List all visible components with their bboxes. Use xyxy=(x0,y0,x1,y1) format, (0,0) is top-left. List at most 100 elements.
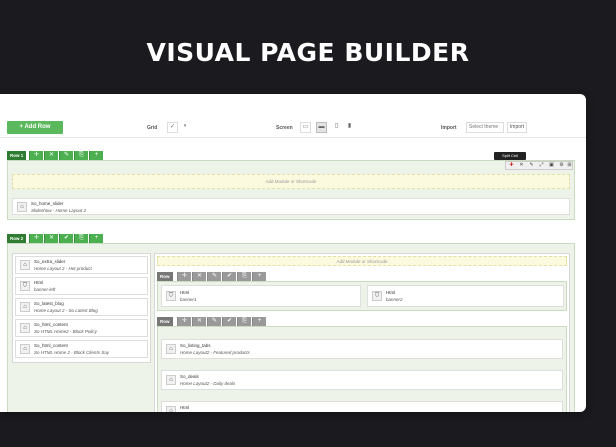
check-icon[interactable]: ✔ xyxy=(222,317,236,326)
hero-title: VISUAL PAGE BUILDER xyxy=(146,38,470,67)
add-column-icon[interactable]: + xyxy=(252,272,266,281)
row-container: ⌂ So_extra_slider Home Layout 2 - Hot pr… xyxy=(7,243,575,412)
edit-row-icon[interactable]: ✎ xyxy=(59,151,73,160)
module-icon: ⌂ xyxy=(17,202,27,212)
screen-label: Screen xyxy=(276,125,293,131)
copy-row-icon[interactable]: ⎘ xyxy=(237,272,251,281)
import-button[interactable]: Import xyxy=(507,122,527,133)
left-column: ⌂ So_extra_slider Home Layout 2 - Hot pr… xyxy=(12,253,151,363)
module-name: So_html_content xyxy=(34,343,68,348)
copy-row-icon[interactable]: ⎘ xyxy=(237,317,251,326)
module-name: So_deals xyxy=(180,374,199,379)
add-column-icon[interactable]: + xyxy=(89,234,103,243)
column-toolbar: ✚ ✕ ✎ ⤢ ▣ ⚙ ⊞ xyxy=(505,161,573,170)
split-cell-tooltip: Split Cell xyxy=(494,152,526,160)
module-icon: ⌂ xyxy=(166,375,176,385)
check-icon[interactable]: ✔ xyxy=(222,272,236,281)
edit-row-icon[interactable]: ✎ xyxy=(207,272,221,281)
module-card[interactable]: ⌂ So_deals Home Layout2 - Daily deals xyxy=(161,370,563,390)
module-desc: Slideshow - Home Layout 2 xyxy=(31,208,87,213)
move-row-icon[interactable]: ✛ xyxy=(177,317,191,326)
module-name: So_listing_tabs xyxy=(180,343,211,348)
import-label: Import xyxy=(441,125,457,131)
inner-row-label[interactable]: Row xyxy=(157,272,173,281)
row-label[interactable]: Row 1 xyxy=(7,151,27,160)
html-icon: ⛉ xyxy=(20,281,30,291)
delete-row-icon[interactable]: ✕ xyxy=(192,272,206,281)
module-name: So_latest_blog xyxy=(34,301,64,306)
laptop-screen-icon[interactable]: ▬ xyxy=(316,122,327,133)
delete-row-icon[interactable]: ✕ xyxy=(192,317,206,326)
remove-cell-icon[interactable]: ✕ xyxy=(517,162,526,169)
delete-row-icon[interactable]: ✕ xyxy=(44,234,58,243)
module-icon: ⌂ xyxy=(20,344,30,354)
desktop-screen-icon[interactable]: ▭ xyxy=(300,122,311,133)
add-cell-icon[interactable]: ⊞ xyxy=(565,162,574,169)
module-card[interactable]: ⛉ Html banner2 xyxy=(367,285,564,307)
module-name: Html xyxy=(180,405,190,410)
module-icon: ⌂ xyxy=(166,406,176,412)
add-module-area[interactable]: Add Module or Shortcode xyxy=(12,174,570,189)
add-column-icon[interactable]: + xyxy=(252,317,266,326)
module-desc: Home Layout 2 - So Latest Blog xyxy=(34,308,98,313)
module-desc: Home Layout 2 - Hot product xyxy=(34,266,92,271)
html-icon: ⛉ xyxy=(166,291,176,301)
row-label[interactable]: Row 2 xyxy=(7,234,27,243)
move-row-icon[interactable]: ✛ xyxy=(177,272,191,281)
module-card[interactable]: ⛉ Html banner1 xyxy=(161,285,361,307)
right-column: Add Module or Shortcode Row ✛ ✕ ✎ ✔ ⎘ + … xyxy=(154,253,570,412)
module-icon: ⌂ xyxy=(20,260,30,270)
module-card[interactable]: ⌂ So_html_content So HTML Home 2 - Block… xyxy=(15,340,148,358)
move-row-icon[interactable]: ✛ xyxy=(29,151,43,160)
tablet-screen-icon[interactable]: ▯ xyxy=(331,122,342,133)
copy-row-icon[interactable]: ⎘ xyxy=(74,234,88,243)
split-cell-icon[interactable]: ✚ xyxy=(507,162,516,169)
module-card[interactable]: ⌂ So_home_slider Slideshow - Home Layout… xyxy=(12,198,570,215)
html-icon: ⛉ xyxy=(372,291,382,301)
grid-toggle-icon[interactable]: ✓ xyxy=(167,122,178,133)
module-icon: ⌂ xyxy=(20,323,30,333)
inner-row-label[interactable]: Row xyxy=(157,317,173,326)
module-icon: ⌂ xyxy=(166,344,176,354)
add-column-icon[interactable]: + xyxy=(89,151,103,160)
mobile-screen-icon[interactable]: ▮ xyxy=(344,122,355,133)
select-theme-dropdown[interactable]: Select theme xyxy=(466,122,504,133)
move-row-icon[interactable]: ✛ xyxy=(29,234,43,243)
add-row-button[interactable]: + Add Row xyxy=(7,121,63,134)
edit-row-icon[interactable]: ✔ xyxy=(59,234,73,243)
module-card[interactable]: ⌂ So_html_content So HTML Home2 - Block … xyxy=(15,319,148,337)
module-name: Html xyxy=(386,290,396,295)
add-module-area[interactable]: Add Module or Shortcode xyxy=(157,256,567,266)
module-desc: So HTML Home 2 - Block Clients Say xyxy=(34,350,109,355)
resize-cell-icon[interactable]: ⤢ xyxy=(537,162,546,169)
inner-row-container: ⌂ So_listing_tabs Home Layout2 - Feature… xyxy=(157,326,567,412)
module-name: So_extra_slider xyxy=(34,259,66,264)
edit-row-icon[interactable]: ✎ xyxy=(207,317,221,326)
module-card[interactable]: ⌂ So_listing_tabs Home Layout2 - Feature… xyxy=(161,339,563,359)
builder-toolbar: + Add Row Grid ✓ ◐ Screen ▭ ▬ ▯ ▮ Import… xyxy=(0,118,586,138)
inner-row-container: ⛉ Html banner1 ⛉ Html banner2 xyxy=(157,281,567,311)
module-name: Html xyxy=(34,280,44,285)
module-card[interactable]: ⌂ So_latest_blog Home Layout 2 - So Late… xyxy=(15,298,148,316)
delete-row-icon[interactable]: ✕ xyxy=(44,151,58,160)
copy-cell-icon[interactable]: ▣ xyxy=(547,162,556,169)
module-desc: Home Layout2 - Featured products xyxy=(180,350,250,355)
copy-row-icon[interactable]: ⎘ xyxy=(74,151,88,160)
module-desc: banner-left xyxy=(34,287,56,292)
grid-label: Grid xyxy=(147,125,158,131)
module-desc: banner1 xyxy=(180,297,197,302)
module-icon: ⌂ xyxy=(20,302,30,312)
module-name: So_html_content xyxy=(34,322,68,327)
module-desc: So HTML Home2 - Block Policy xyxy=(34,329,97,334)
module-desc: banner2 xyxy=(386,297,403,302)
module-card[interactable]: ⌂ Html xyxy=(161,401,563,412)
builder-panel: + Add Row Grid ✓ ◐ Screen ▭ ▬ ▯ ▮ Import… xyxy=(0,94,586,412)
module-name: Html xyxy=(180,290,190,295)
module-card[interactable]: ⌂ So_extra_slider Home Layout 2 - Hot pr… xyxy=(15,256,148,274)
grid-alt-icon[interactable]: ◐ xyxy=(180,122,191,133)
module-desc: Home Layout2 - Daily deals xyxy=(180,381,236,386)
module-name: So_home_slider xyxy=(31,201,64,206)
edit-cell-icon[interactable]: ✎ xyxy=(527,162,536,169)
row-container: Add Module or Shortcode ⌂ So_home_slider… xyxy=(7,160,575,220)
module-card[interactable]: ⛉ Html banner-left xyxy=(15,277,148,295)
